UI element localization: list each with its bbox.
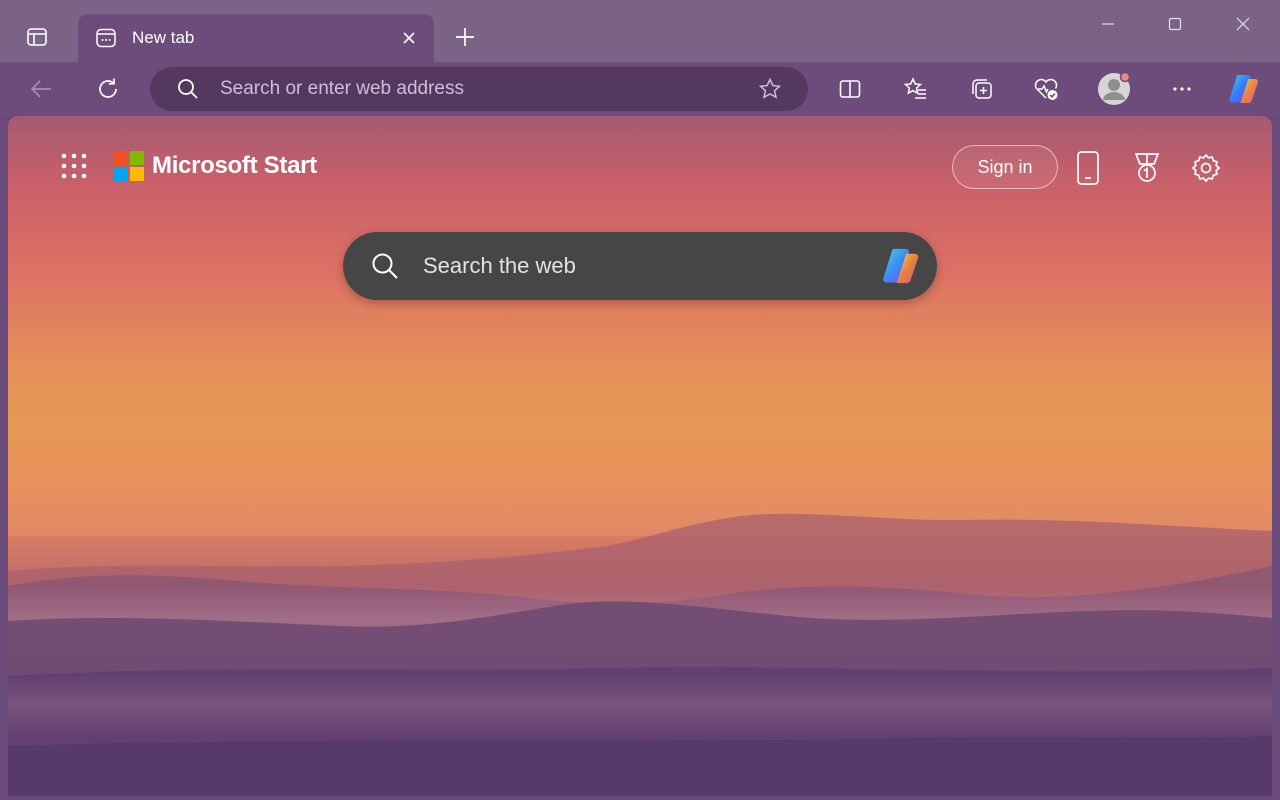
copilot-icon: [883, 248, 919, 284]
close-window-button[interactable]: [1221, 6, 1265, 42]
plus-icon: [456, 28, 474, 46]
profile-button[interactable]: [1094, 70, 1134, 108]
split-screen-icon: [839, 80, 861, 98]
phone-icon: [1077, 151, 1099, 185]
split-screen-button[interactable]: [830, 70, 870, 108]
back-button[interactable]: [22, 70, 62, 108]
page-settings-button[interactable]: [1186, 148, 1226, 188]
brand-name: Microsoft Start: [152, 152, 317, 179]
search-icon: [174, 75, 202, 103]
add-favorite-button[interactable]: [750, 69, 790, 109]
back-arrow-icon: [30, 80, 51, 98]
apps-launcher-icon: [61, 153, 87, 179]
minimize-button[interactable]: [1086, 6, 1130, 42]
sign-in-button[interactable]: Sign in: [952, 145, 1058, 189]
copilot-search-button[interactable]: [877, 242, 925, 290]
phone-button[interactable]: [1068, 148, 1108, 188]
tab-actions-icon: [27, 28, 47, 46]
rewards-button[interactable]: [1127, 148, 1167, 188]
web-search-input[interactable]: [423, 253, 877, 279]
address-input[interactable]: [220, 78, 750, 100]
copilot-button[interactable]: [1224, 70, 1264, 108]
background-landscape-image: [8, 416, 1272, 796]
maximize-icon: [1168, 17, 1182, 31]
more-icon: [1173, 87, 1191, 91]
web-search-box[interactable]: [343, 232, 937, 300]
new-tab-page: Microsoft Start Sign in: [8, 116, 1272, 796]
newtab-page-icon: [94, 26, 118, 50]
profile-avatar-icon: [1098, 71, 1131, 105]
favorites-button[interactable]: [896, 70, 936, 108]
close-icon: [1236, 17, 1250, 31]
navigation-toolbar: [0, 62, 1280, 116]
microsoft-start-brand[interactable]: Microsoft Start: [114, 151, 317, 181]
browser-essentials-icon: [1034, 78, 1058, 100]
collections-button[interactable]: [961, 70, 1001, 108]
close-tab-button[interactable]: [394, 23, 424, 53]
tab-title: New tab: [132, 28, 195, 47]
tab-actions-button[interactable]: [20, 22, 54, 52]
tab-new-tab[interactable]: New tab: [78, 14, 434, 62]
copilot-icon: [1229, 75, 1259, 103]
refresh-button[interactable]: [88, 70, 128, 108]
minimize-icon: [1102, 23, 1114, 25]
close-icon: [403, 32, 415, 44]
browser-essentials-button[interactable]: [1026, 70, 1066, 108]
maximize-button[interactable]: [1153, 6, 1197, 42]
favorites-icon: [903, 77, 926, 99]
rewards-icon: [1134, 153, 1160, 182]
collections-icon: [972, 79, 992, 99]
star-icon: [758, 77, 782, 99]
title-bar: New tab: [0, 0, 1280, 62]
app-launcher-button[interactable]: [58, 150, 90, 182]
new-tab-button[interactable]: [448, 20, 482, 54]
settings-icon: [1191, 153, 1221, 183]
address-bar[interactable]: [150, 67, 808, 111]
refresh-icon: [99, 78, 117, 98]
settings-and-more-button[interactable]: [1162, 70, 1202, 108]
microsoft-logo-icon: [114, 151, 144, 181]
search-icon: [369, 250, 401, 282]
